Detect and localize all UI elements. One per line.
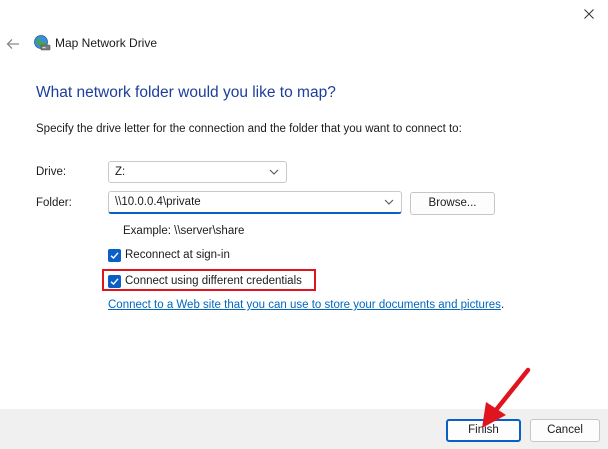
back-button[interactable] xyxy=(3,34,23,54)
chevron-down-icon xyxy=(269,169,279,175)
drive-value: Z: xyxy=(115,166,126,178)
folder-value: \\10.0.0.4\private xyxy=(115,196,201,208)
reconnect-label[interactable]: Reconnect at sign-in xyxy=(125,249,230,261)
credentials-checkbox[interactable] xyxy=(108,275,121,288)
close-button[interactable] xyxy=(570,0,608,28)
page-heading: What network folder would you like to ma… xyxy=(36,84,336,101)
back-arrow-icon xyxy=(6,39,19,49)
cancel-button[interactable]: Cancel xyxy=(530,419,600,442)
drive-label: Drive: xyxy=(36,166,67,178)
example-text: Example: \\server\share xyxy=(123,225,245,237)
checkmark-icon xyxy=(110,252,119,259)
instruction-text: Specify the drive letter for the connect… xyxy=(36,123,462,135)
window-title: Map Network Drive xyxy=(55,36,158,50)
checkmark-icon xyxy=(110,278,119,285)
web-link-period: . xyxy=(500,299,505,311)
web-site-link[interactable]: Connect to a Web site that you can use t… xyxy=(108,299,501,311)
close-icon xyxy=(584,9,594,19)
drive-select[interactable]: Z: xyxy=(108,161,287,183)
credentials-label[interactable]: Connect using different credentials xyxy=(125,275,302,287)
browse-button[interactable]: Browse... xyxy=(410,192,495,215)
folder-label: Folder: xyxy=(36,197,72,209)
folder-combobox[interactable]: \\10.0.0.4\private xyxy=(108,191,402,214)
chevron-down-icon xyxy=(384,199,394,205)
arrow-annotation-icon xyxy=(482,367,531,428)
web-link-row: Connect to a Web site that you can use t… xyxy=(108,299,504,311)
network-drive-icon xyxy=(33,34,51,52)
reconnect-checkbox[interactable] xyxy=(108,249,121,262)
